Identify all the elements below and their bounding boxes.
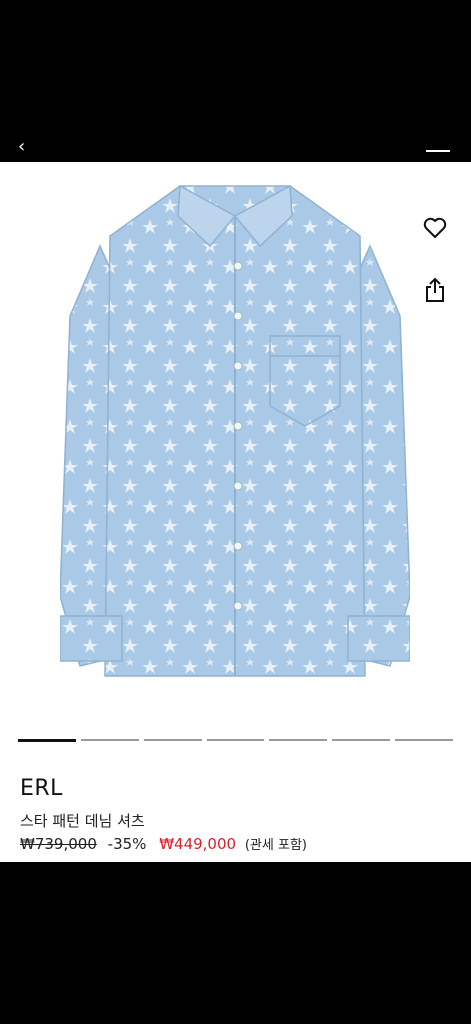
carousel-indicator[interactable] — [332, 739, 391, 741]
tax-note: (관세 포함) — [244, 838, 307, 853]
back-arrow-icon[interactable]: ‹ — [18, 138, 32, 156]
bottom-area — [0, 862, 471, 1024]
discount-rate: -35% — [107, 835, 147, 853]
brand-name[interactable]: ERL — [20, 776, 63, 801]
sale-price: ₩449,000 — [159, 835, 237, 853]
product-detail: ERL 스타 패턴 데님 셔츠 ₩739,000 -35% ₩449,000 (… — [0, 162, 471, 862]
carousel-indicator[interactable] — [143, 739, 202, 741]
carousel-indicator[interactable] — [206, 739, 265, 741]
side-actions — [417, 210, 453, 334]
carousel-indicators — [18, 738, 454, 742]
product-title: 스타 패턴 데님 셔츠 — [20, 812, 145, 830]
original-price: ₩739,000 — [20, 835, 97, 853]
share-icon — [426, 277, 444, 302]
wishlist-button[interactable] — [417, 210, 453, 246]
share-button[interactable] — [417, 272, 453, 308]
product-image[interactable] — [60, 176, 410, 696]
menu-icon[interactable] — [426, 150, 450, 162]
carousel-indicator[interactable] — [80, 739, 139, 741]
carousel-indicator-active[interactable] — [18, 738, 76, 742]
price-row: ₩739,000 -35% ₩449,000 (관세 포함) — [20, 834, 307, 853]
carousel-indicator[interactable] — [269, 739, 328, 741]
carousel-indicator[interactable] — [395, 739, 454, 741]
heart-icon — [423, 217, 447, 238]
top-bar: ‹ — [0, 0, 471, 162]
